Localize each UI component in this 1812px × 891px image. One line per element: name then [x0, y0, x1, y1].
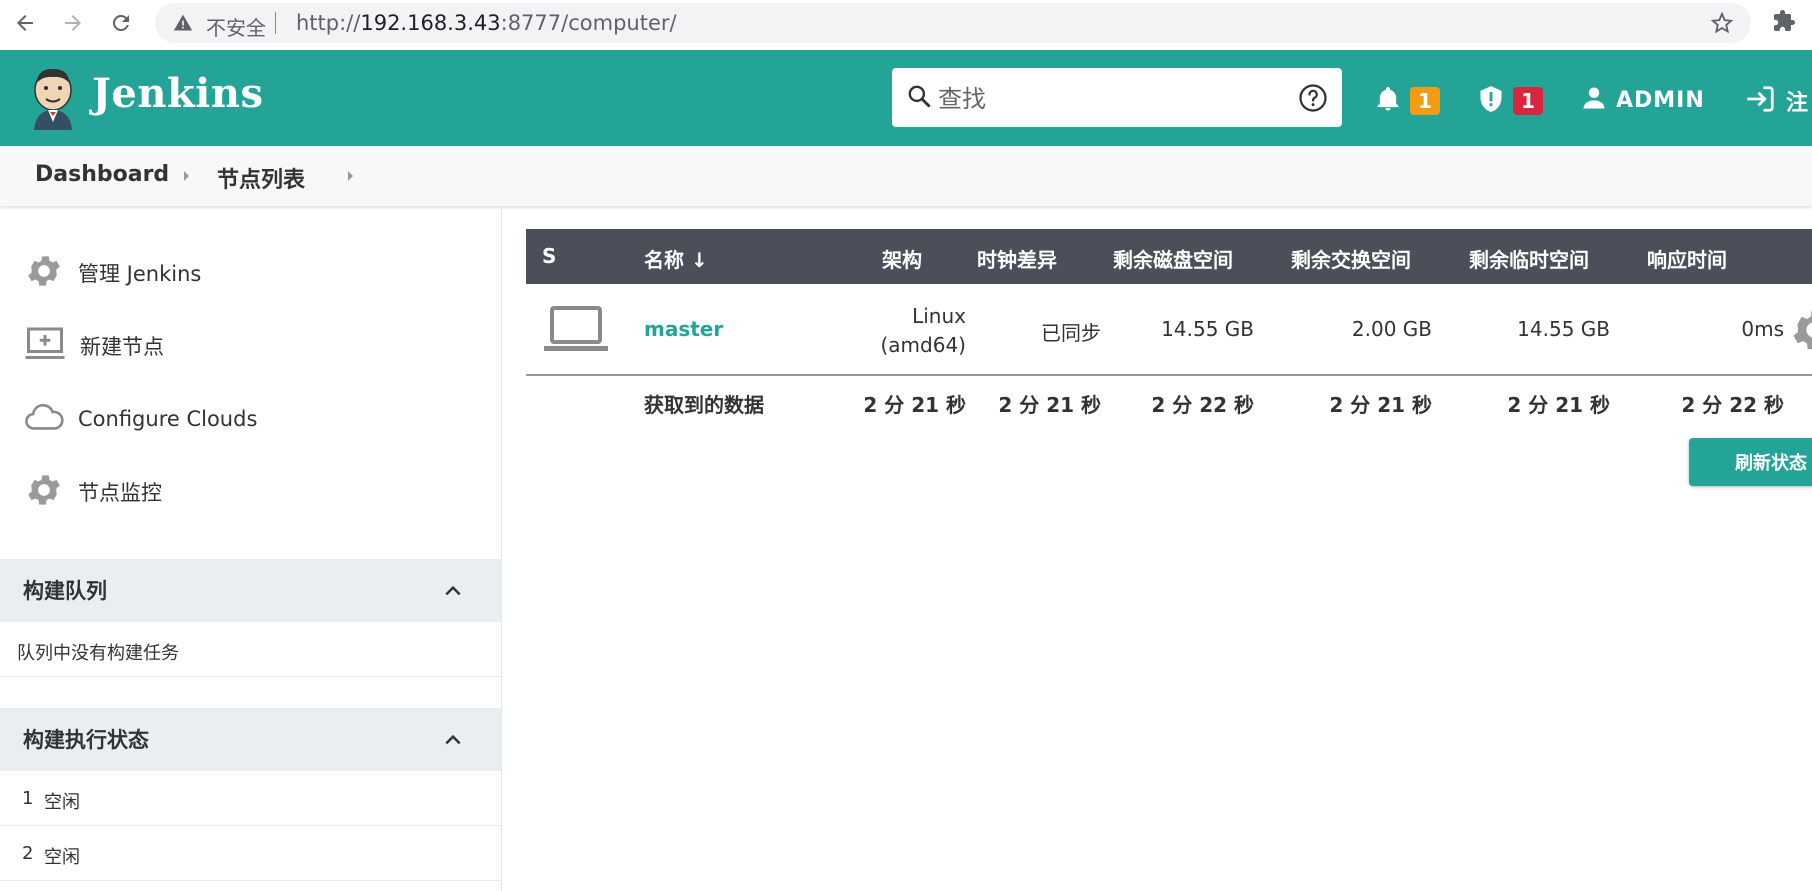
breadcrumb: Dashboard 节点列表: [0, 146, 1812, 206]
search-input[interactable]: [936, 68, 1280, 129]
executor-number: 2: [22, 843, 34, 864]
node-name[interactable]: master: [644, 317, 723, 341]
executor-status: 空闲: [44, 847, 80, 868]
executor-status: 空闲: [44, 792, 80, 813]
table-header: S 名称 ↓ 架构 时钟差异 剩余磁盘空间 剩余交换空间 剩余临时空间 响应时间: [526, 229, 1812, 284]
column-disk[interactable]: 剩余磁盘空间: [1113, 244, 1233, 273]
back-icon[interactable]: [10, 8, 40, 38]
bell-icon: [1374, 84, 1402, 118]
forward-icon[interactable]: [58, 8, 88, 38]
build-queue-title: 构建队列: [23, 579, 107, 603]
column-response[interactable]: 响应时间: [1647, 244, 1727, 273]
chevron-up-icon[interactable]: [443, 730, 463, 754]
insecure-label: 不安全: [206, 16, 266, 40]
sidebar-item-node-monitoring[interactable]: 节点监控: [24, 470, 162, 514]
search-box: [892, 68, 1342, 129]
computer-add-icon: [24, 326, 66, 366]
computer-icon: [544, 306, 608, 356]
table-footer: 获取到的数据 2 分 21 秒 2 分 21 秒 2 分 22 秒 2 分 21…: [526, 376, 1812, 426]
sidebar-item-label: 节点监控: [78, 481, 162, 505]
executor-number: 1: [22, 788, 34, 809]
help-icon[interactable]: [1298, 83, 1328, 117]
extensions-icon[interactable]: [1772, 9, 1796, 37]
column-name[interactable]: 名称 ↓: [644, 244, 708, 273]
refresh-status-button[interactable]: 刷新状态: [1689, 438, 1812, 486]
executor-row: 2 空闲: [0, 826, 501, 881]
build-queue-header[interactable]: 构建队列: [0, 559, 501, 622]
node-swap: 2.00 GB: [1351, 317, 1432, 341]
sidebar-item-configure-clouds[interactable]: Configure Clouds: [24, 397, 257, 441]
table-row: master Linux (amd64) 已同步 14.55 GB 2.00 GB…: [526, 284, 1812, 376]
footer-temp: 2 分 21 秒: [1507, 393, 1610, 417]
breadcrumb-separator-icon[interactable]: [184, 171, 189, 181]
warning-icon: [173, 13, 193, 37]
chevron-up-icon[interactable]: [443, 581, 463, 605]
footer-label: 获取到的数据: [644, 393, 764, 417]
address-bar[interactable]: 不安全 http://192.168.3.43:8777/computer/: [155, 3, 1751, 43]
node-arch: Linux (amd64): [880, 304, 967, 357]
breadcrumb-dashboard[interactable]: Dashboard: [35, 162, 169, 187]
gear-icon: [24, 470, 64, 514]
sidebar-item-manage-jenkins[interactable]: 管理 Jenkins: [24, 251, 201, 295]
executor-row: 1 空闲: [0, 771, 501, 826]
node-response: 0ms: [1741, 317, 1784, 341]
executors-header[interactable]: 构建执行状态: [0, 708, 501, 771]
cloud-icon: [24, 401, 64, 437]
user-icon: [1580, 84, 1608, 116]
security-badge: 1: [1513, 87, 1543, 115]
logout-label: 注: [1786, 91, 1809, 116]
url-separator: [275, 12, 276, 34]
column-temp[interactable]: 剩余临时空间: [1469, 244, 1589, 273]
bookmark-star-icon[interactable]: [1710, 11, 1734, 38]
footer-disk: 2 分 22 秒: [1151, 393, 1254, 417]
search-icon: [906, 83, 932, 113]
logout-button[interactable]: 注: [1744, 84, 1808, 118]
breadcrumb-nodes[interactable]: 节点列表: [217, 162, 305, 194]
sidebar-item-label: 新建节点: [80, 335, 164, 359]
reload-icon[interactable]: [106, 8, 136, 38]
side-panel: 管理 Jenkins 新建节点 Configure Clouds 节点监控 构建…: [0, 207, 502, 891]
jenkins-logo-icon[interactable]: [30, 66, 76, 134]
footer-swap: 2 分 21 秒: [1329, 393, 1432, 417]
user-menu[interactable]: ADMIN: [1580, 84, 1705, 116]
footer-arch: 2 分 21 秒: [863, 393, 966, 417]
node-disk: 14.55 GB: [1161, 317, 1254, 341]
sidebar-item-label: Configure Clouds: [78, 407, 258, 431]
user-name: ADMIN: [1616, 87, 1705, 113]
gear-icon: [24, 251, 64, 295]
sidebar-item-label: 管理 Jenkins: [78, 262, 202, 286]
node-link-master[interactable]: master: [644, 317, 723, 341]
build-queue-empty: 队列中没有构建任务: [0, 622, 501, 677]
column-clock[interactable]: 时钟差异: [977, 244, 1057, 273]
logout-icon: [1744, 84, 1778, 118]
browser-toolbar: 不安全 http://192.168.3.43:8777/computer/: [0, 0, 1812, 44]
column-arch[interactable]: 架构: [882, 244, 922, 273]
notifications-badge: 1: [1410, 87, 1440, 115]
sidebar-item-new-node[interactable]: 新建节点: [24, 324, 164, 368]
jenkins-header: Jenkins 1 1 ADMIN 注: [0, 50, 1812, 146]
notifications-button[interactable]: 1: [1374, 84, 1440, 118]
url-text: http://192.168.3.43:8777/computer/: [296, 11, 677, 35]
node-temp: 14.55 GB: [1517, 317, 1610, 341]
breadcrumb-separator-icon[interactable]: [348, 171, 353, 181]
node-clock: 已同步: [1041, 321, 1101, 345]
security-button[interactable]: 1: [1477, 84, 1543, 118]
footer-clock: 2 分 21 秒: [998, 393, 1101, 417]
column-swap[interactable]: 剩余交换空间: [1291, 244, 1411, 273]
shield-icon: [1477, 84, 1505, 118]
brand-title[interactable]: Jenkins: [92, 70, 263, 117]
column-status[interactable]: S: [542, 244, 556, 268]
gear-icon[interactable]: [1788, 304, 1812, 360]
executors-title: 构建执行状态: [23, 728, 149, 752]
footer-response: 2 分 22 秒: [1681, 393, 1784, 417]
